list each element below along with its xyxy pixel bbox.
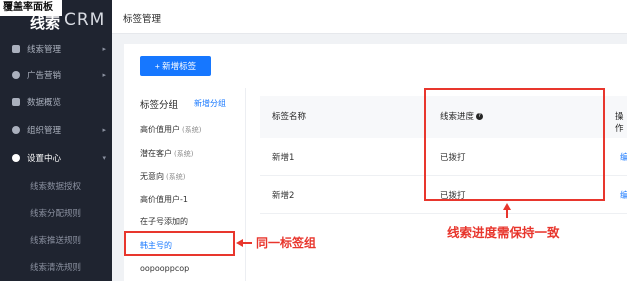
group-item[interactable]: 在子号添加的: [140, 216, 188, 227]
group-item-label: oopooppcop: [140, 264, 190, 273]
edit-link[interactable]: 编: [620, 189, 627, 201]
annotation-arrow-shaft: [506, 209, 508, 218]
coverage-badge[interactable]: 覆盖率面板: [0, 0, 62, 16]
annotation-consistent: 线索进度需保持一致: [447, 225, 560, 240]
sidebar-subitem-data-auth[interactable]: 线索数据授权: [0, 175, 112, 197]
sidebar: 线索 CRM 覆盖率面板 线索管理 ▸ 广告营销 ▸ 数据概览 组织管理 ▸ 设…: [0, 0, 112, 281]
annotation-arrow-left: [236, 239, 243, 247]
annotation-box-progress: [424, 88, 605, 201]
sidebar-subitem-assign-rules[interactable]: 线索分配规则: [0, 202, 112, 224]
group-item-label: 高价值用户-1: [140, 195, 188, 204]
sidebar-item-label: 组织管理: [27, 126, 62, 136]
chevron-right-icon: ▸: [102, 45, 106, 53]
group-item[interactable]: oopooppcop: [140, 264, 189, 273]
group-item[interactable]: 高价值用户 (系统): [140, 124, 201, 135]
sidebar-item-settings[interactable]: 设置中心 ▾: [0, 147, 112, 169]
sidebar-item-org[interactable]: 组织管理 ▸: [0, 119, 112, 141]
gear-icon: [12, 154, 20, 162]
app-window: 线索 CRM 覆盖率面板 线索管理 ▸ 广告营销 ▸ 数据概览 组织管理 ▸ 设…: [0, 0, 627, 281]
sidebar-item-label: 数据概览: [27, 98, 62, 108]
target-icon: [12, 71, 20, 79]
cell-name: 新增1: [272, 153, 295, 163]
group-item[interactable]: 高价值用户-1: [140, 194, 188, 205]
panel-divider: [245, 88, 246, 281]
sidebar-item-data-overview[interactable]: 数据概览: [0, 91, 112, 113]
chart-icon: [12, 98, 20, 106]
group-item-tag: (系统): [182, 126, 202, 134]
page-title: 标签管理: [123, 14, 162, 25]
logo-crm: CRM: [64, 10, 106, 30]
sidebar-item-label: 广告营销: [27, 71, 62, 81]
book-icon: [12, 45, 20, 53]
group-item-tag: (系统): [174, 150, 194, 158]
add-tag-button[interactable]: + 新增标签: [140, 56, 211, 76]
column-header-ops: 操作: [615, 112, 624, 134]
column-header-name: 标签名称: [272, 112, 307, 122]
chevron-down-icon: ▾: [102, 154, 106, 162]
edit-link[interactable]: 编: [620, 151, 627, 163]
annotation-box-group: [124, 231, 235, 256]
sidebar-item-label: 线索管理: [27, 45, 62, 55]
page-header: 标签管理: [112, 0, 627, 34]
sidebar-item-leads[interactable]: 线索管理 ▸: [0, 38, 112, 60]
sidebar-subitem-push-rules[interactable]: 线索推送规则: [0, 229, 112, 251]
chevron-right-icon: ▸: [102, 126, 106, 134]
chevron-right-icon: ▸: [102, 71, 106, 79]
group-item-label: 无意向: [140, 172, 164, 181]
group-item-label: 高价值用户: [140, 125, 180, 134]
group-item-label: 在子号添加的: [140, 217, 188, 226]
group-list-title: 标签分组: [140, 100, 179, 111]
group-item-tag: (系统): [166, 173, 186, 181]
cell-name: 新增2: [272, 191, 295, 201]
sidebar-item-ads[interactable]: 广告营销 ▸: [0, 64, 112, 86]
sidebar-subitem-clean-rules[interactable]: 线索清洗规则: [0, 256, 112, 278]
annotation-arrow-shaft: [243, 242, 252, 244]
group-item-label: 潜在客户: [140, 149, 172, 158]
annotation-same-group: 同一标签组: [256, 236, 317, 250]
group-item[interactable]: 无意向 (系统): [140, 171, 185, 182]
sidebar-item-label: 设置中心: [27, 154, 62, 164]
group-item[interactable]: 潜在客户 (系统): [140, 148, 193, 159]
org-icon: [12, 126, 20, 134]
add-group-link[interactable]: 新增分组: [194, 98, 226, 109]
